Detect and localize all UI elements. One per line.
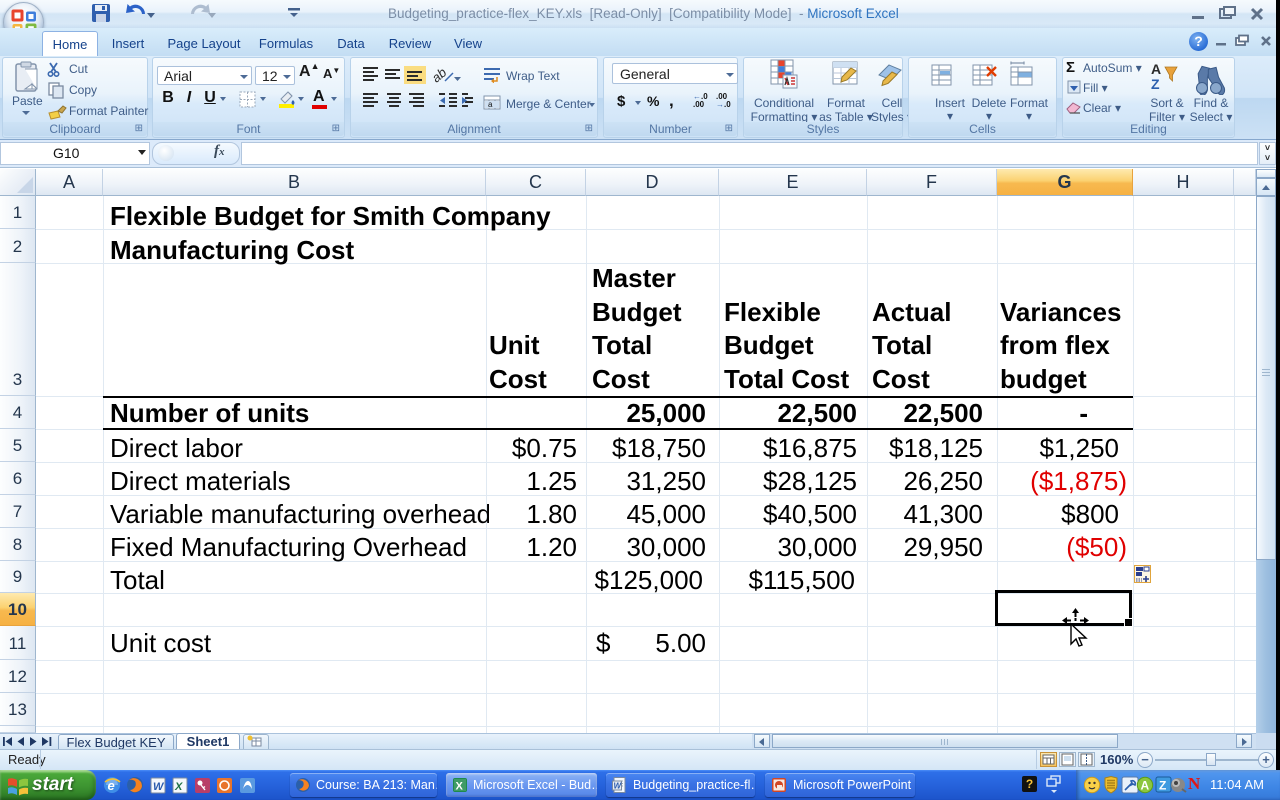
svg-text:X: X: [456, 781, 464, 793]
svg-text:Z: Z: [1151, 76, 1160, 92]
svg-text:X: X: [174, 781, 183, 793]
svg-text:Z: Z: [1159, 779, 1166, 793]
svg-text:A: A: [1151, 61, 1161, 77]
svg-text:A: A: [1141, 779, 1150, 793]
svg-text:W: W: [153, 781, 165, 793]
svg-text:a: a: [488, 100, 493, 109]
svg-text:ab: ab: [431, 65, 449, 85]
